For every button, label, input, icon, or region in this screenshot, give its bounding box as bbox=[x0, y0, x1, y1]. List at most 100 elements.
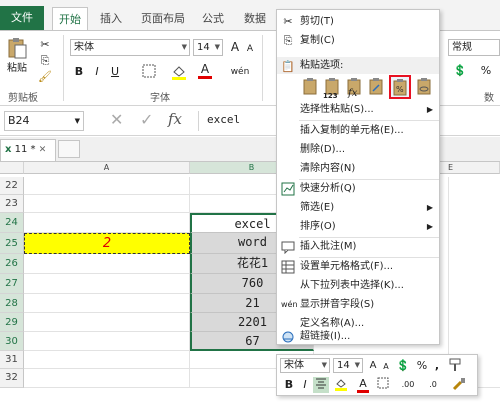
font-name-select[interactable]: 宋体 ▼ bbox=[70, 39, 190, 56]
paste-default-button[interactable] bbox=[301, 77, 318, 97]
grow-font-button[interactable]: A bbox=[228, 39, 242, 55]
tab-file[interactable]: 文件 bbox=[0, 6, 44, 30]
workbook-tab[interactable]: x 11 * ✕ bbox=[0, 139, 56, 161]
paste-transpose-button[interactable] bbox=[367, 77, 384, 97]
menu-item-filter[interactable]: 筛选(E) ▶ bbox=[277, 199, 439, 217]
menu-item-paste-special[interactable]: 选择性粘贴(S)... ▶ bbox=[277, 101, 439, 119]
mini-font-name-value: 宋体 bbox=[284, 360, 304, 371]
mini-decrease-decimal-button[interactable]: .0 bbox=[423, 377, 443, 393]
underline-button[interactable]: U bbox=[108, 64, 122, 80]
mini-comma-button[interactable]: , bbox=[431, 358, 443, 374]
close-icon[interactable]: ✕ bbox=[39, 145, 47, 155]
font-size-select[interactable]: 14 ▼ bbox=[193, 39, 223, 56]
copy-icon[interactable]: ⎘ bbox=[38, 53, 52, 69]
cell-a23[interactable] bbox=[24, 195, 190, 213]
enter-icon[interactable]: ✓ bbox=[140, 110, 153, 129]
mini-center-align-icon[interactable] bbox=[313, 377, 329, 393]
cancel-icon[interactable]: ✕ bbox=[110, 110, 123, 129]
mini-grow-font-button[interactable]: A bbox=[367, 358, 379, 374]
menu-item-cut[interactable]: ✂ 剪切(T) bbox=[277, 13, 439, 31]
menu-item-pick-from-list[interactable]: 从下拉列表中选择(K)... bbox=[277, 277, 439, 295]
mini-format-brush-icon[interactable] bbox=[449, 377, 469, 393]
shrink-font-button[interactable]: A bbox=[244, 41, 256, 57]
insert-function-button[interactable]: fx bbox=[168, 110, 182, 128]
cell-a25[interactable]: 2 bbox=[24, 233, 190, 254]
mini-toolbar: 宋体 ▼ 14 ▼ A A 💲 % , B I A .00 .0 bbox=[276, 354, 478, 396]
cell-a27[interactable] bbox=[24, 274, 190, 294]
group-font-label: 字体 bbox=[150, 93, 170, 104]
mini-font-size-select[interactable]: 14 ▼ bbox=[333, 358, 363, 373]
context-menu: ✂ 剪切(T) ⎘ 复制(C) 📋 粘贴选项: 123 fx % 选择性粘贴(S… bbox=[276, 9, 440, 345]
accounting-format-icon[interactable]: 💲 bbox=[450, 63, 470, 79]
cell-a30[interactable] bbox=[24, 332, 190, 351]
menu-item-clear[interactable]: 清除内容(N) bbox=[277, 160, 439, 178]
paste-button[interactable]: 粘贴 bbox=[4, 61, 30, 77]
italic-button[interactable]: I bbox=[90, 64, 104, 80]
menu-item-insert-copied[interactable]: 插入复制的单元格(E)... bbox=[277, 122, 439, 140]
row-header[interactable]: 24 bbox=[0, 213, 24, 233]
menu-item-format-cells[interactable]: 设置单元格格式(F)... bbox=[277, 258, 439, 276]
cut-icon[interactable]: ✂ bbox=[38, 37, 52, 53]
row-header[interactable]: 25 bbox=[0, 233, 24, 254]
cell-a22[interactable] bbox=[24, 177, 190, 195]
tab-insert[interactable]: 插入 bbox=[96, 7, 126, 30]
chevron-right-icon: ▶ bbox=[426, 203, 433, 212]
menu-item-insert-comment[interactable]: 插入批注(M) bbox=[277, 238, 439, 256]
tab-page-layout[interactable]: 页面布局 bbox=[134, 7, 192, 30]
mini-font-name-select[interactable]: 宋体 ▼ bbox=[280, 358, 330, 373]
mini-bold-button[interactable]: B bbox=[283, 377, 295, 393]
tab-home[interactable]: 开始 bbox=[52, 7, 88, 30]
mini-percent-button[interactable]: % bbox=[415, 358, 429, 374]
row-header[interactable]: 27 bbox=[0, 274, 24, 294]
workbook-tab-label: 11 * bbox=[14, 144, 36, 155]
cell-a28[interactable] bbox=[24, 294, 190, 313]
menu-item-label: 超链接(I)... bbox=[300, 331, 351, 342]
number-format-value: 常规 bbox=[452, 42, 472, 53]
row-header[interactable]: 22 bbox=[0, 177, 24, 195]
percent-style-icon[interactable]: % bbox=[476, 63, 496, 79]
menu-item-quick-analysis[interactable]: 快速分析(Q) bbox=[277, 180, 439, 198]
tab-formulas[interactable]: 公式 bbox=[198, 7, 228, 30]
phonetic-guide-button[interactable]: wén bbox=[228, 64, 252, 80]
cell-a26[interactable] bbox=[24, 254, 190, 274]
menu-item-delete[interactable]: 删除(D)... bbox=[277, 141, 439, 159]
mini-border-icon[interactable] bbox=[375, 377, 391, 393]
cell-a32[interactable] bbox=[24, 369, 190, 388]
paste-icon[interactable] bbox=[6, 37, 28, 59]
row-header[interactable]: 32 bbox=[0, 369, 24, 388]
paste-formatting-button[interactable]: % bbox=[389, 75, 411, 99]
row-header[interactable]: 23 bbox=[0, 195, 24, 213]
cell-a31[interactable] bbox=[24, 351, 190, 369]
new-tab-button[interactable] bbox=[58, 140, 80, 158]
row-header[interactable]: 31 bbox=[0, 351, 24, 369]
fill-color-icon[interactable] bbox=[170, 64, 188, 85]
mini-increase-decimal-button[interactable]: .00 bbox=[397, 377, 419, 393]
tab-data[interactable]: 数据 bbox=[238, 7, 272, 30]
number-format-select[interactable]: 常规 bbox=[448, 39, 500, 56]
mini-shrink-font-button[interactable]: A bbox=[381, 359, 391, 375]
mini-fill-color-icon[interactable] bbox=[333, 377, 349, 393]
select-all-corner[interactable] bbox=[0, 162, 24, 174]
mini-currency-icon[interactable]: 💲 bbox=[395, 358, 411, 374]
row-header[interactable]: 30 bbox=[0, 332, 24, 351]
menu-item-copy[interactable]: ⎘ 复制(C) bbox=[277, 32, 439, 50]
mini-font-color-button[interactable]: A bbox=[357, 377, 369, 393]
mini-format-painter-icon[interactable] bbox=[447, 358, 463, 374]
quick-analysis-icon bbox=[281, 182, 295, 196]
cell-a24[interactable] bbox=[24, 213, 190, 233]
border-icon[interactable] bbox=[140, 64, 158, 83]
menu-item-phonetic[interactable]: wén 显示拼音字段(S) bbox=[277, 296, 439, 314]
mini-italic-button[interactable]: I bbox=[299, 377, 311, 393]
format-painter-icon[interactable]: 🖌 bbox=[38, 69, 52, 85]
row-header[interactable]: 28 bbox=[0, 294, 24, 313]
row-header[interactable]: 29 bbox=[0, 313, 24, 332]
cell-a29[interactable] bbox=[24, 313, 190, 332]
column-header-a[interactable]: A bbox=[24, 162, 190, 174]
bold-button[interactable]: B bbox=[72, 64, 86, 80]
name-box[interactable]: B24 ▼ bbox=[4, 111, 84, 131]
menu-item-hyperlink[interactable]: 超链接(I)... bbox=[277, 328, 439, 346]
row-header[interactable]: 26 bbox=[0, 254, 24, 274]
menu-item-sort[interactable]: 排序(O) ▶ bbox=[277, 218, 439, 236]
font-color-button[interactable]: A bbox=[198, 62, 212, 79]
paste-link-button[interactable] bbox=[415, 77, 432, 97]
